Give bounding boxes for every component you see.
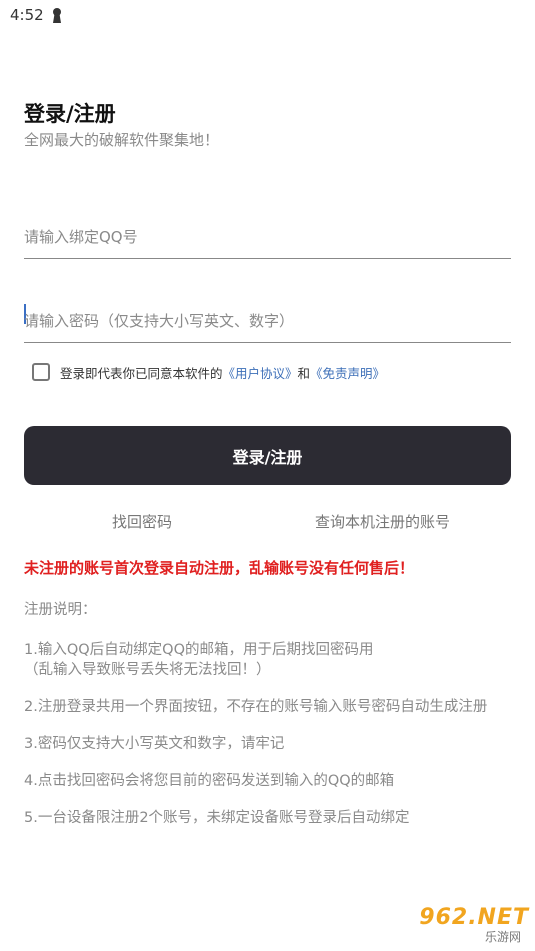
page-title: 登录/注册 xyxy=(24,102,116,126)
status-bar: 4:52 xyxy=(0,0,535,30)
login-register-button[interactable]: 登录/注册 xyxy=(24,426,511,485)
note-item: 2.注册登录共用一个界面按钮，不存在的账号输入账号密码自动生成注册 xyxy=(24,699,488,715)
keyhole-icon xyxy=(53,8,61,23)
watermark-main: 962.NET xyxy=(419,905,529,930)
forgot-password-link[interactable]: 找回密码 xyxy=(112,511,172,532)
disclaimer-link[interactable]: 《免责声明》 xyxy=(310,363,385,382)
watermark-sub: 乐游网 xyxy=(484,930,521,944)
agreement-checkbox[interactable] xyxy=(32,363,50,381)
status-time: 4:52 xyxy=(10,6,44,24)
agreement-prefix: 登录即代表你已同意本软件的 xyxy=(60,365,223,381)
password-field xyxy=(24,302,511,343)
user-agreement-link[interactable]: 《用户协议》 xyxy=(223,363,298,382)
query-accounts-link[interactable]: 查询本机注册的账号 xyxy=(315,511,450,532)
qq-account-input[interactable] xyxy=(24,228,511,246)
note-item: 5.一台设备限注册2个账号，未绑定设备账号登录后自动绑定 xyxy=(24,810,410,826)
login-register-label: 登录/注册 xyxy=(232,447,303,467)
agreement-and: 和 xyxy=(297,365,311,381)
note-item: 1.输入QQ后自动绑定QQ的邮箱，用于后期找回密码用 （乱输入导致账号丢失将无法… xyxy=(24,642,374,678)
page-subtitle: 全网最大的破解软件聚集地！ xyxy=(24,131,220,149)
site-watermark: 962.NET 乐游网 xyxy=(397,905,529,945)
registration-notes: 注册说明： 1.输入QQ后自动绑定QQ的邮箱，用于后期找回密码用 （乱输入导致账… xyxy=(24,600,514,845)
agreement-row: 登录即代表你已同意本软件的 《用户协议》 和 《免责声明》 xyxy=(32,361,385,383)
note-item: 3.密码仅支持大小写英文和数字，请牢记 xyxy=(24,736,285,752)
note-item: 4.点击找回密码会将您目前的密码发送到输入的QQ的邮箱 xyxy=(24,773,395,789)
notes-heading: 注册说明： xyxy=(24,602,97,618)
registration-warning: 未注册的账号首次登录自动注册，乱输账号没有任何售后！ xyxy=(24,559,415,577)
account-field xyxy=(24,218,511,259)
login-screen: 4:52 登录/注册 全网最大的破解软件聚集地！ 登录即代表你已同意本软件的 《… xyxy=(0,0,535,951)
password-input[interactable] xyxy=(24,312,511,330)
